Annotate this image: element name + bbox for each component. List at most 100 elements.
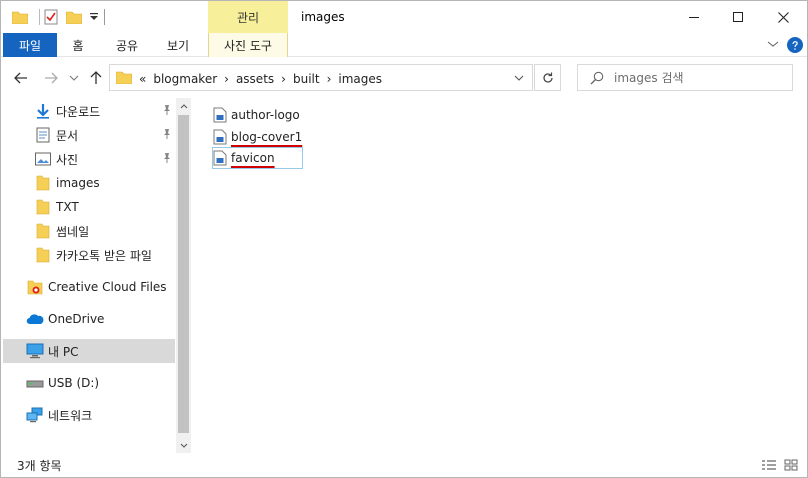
file-name: favicon [231,151,275,165]
window-title: images [301,10,345,24]
pc-icon [26,342,44,360]
nav-item-txt[interactable]: TXT [3,195,175,219]
navigation-scrollbar[interactable] [176,98,191,453]
pin-icon[interactable] [161,128,173,143]
breadcrumb-item-images[interactable]: images [338,72,382,86]
nav-item-label: 사진 [56,152,79,167]
close-icon [778,11,789,23]
back-arrow-icon [14,72,27,84]
refresh-icon [542,72,553,83]
breadcrumb-item-blogmaker[interactable]: blogmaker [153,72,217,86]
nav-item-images[interactable]: images [3,171,175,195]
refresh-button[interactable] [534,64,561,91]
help-icon[interactable] [787,37,803,53]
navigation-pane: 다운로드 문서 사진 images TXT 썸네일 카카오톡 받은 파일 Cre… [1,98,191,453]
status-bar: 3개 항목 [1,453,807,477]
contextual-tab-header: 관리 [208,1,288,33]
view-switcher [761,457,799,473]
minimize-button[interactable] [671,1,716,33]
nav-item-label: Creative Cloud Files [48,280,167,294]
list-item[interactable]: favicon [212,147,303,169]
tab-file[interactable]: 파일 [3,33,57,57]
pictures-icon [34,150,52,168]
scroll-down-button[interactable] [176,438,191,453]
customize-dropdown-icon[interactable] [85,8,103,26]
properties-icon[interactable] [42,8,60,26]
file-name: author-logo [231,108,300,122]
tab-share[interactable]: 공유 [107,33,147,57]
title-bar: 관리 images [1,1,807,33]
maximize-button[interactable] [715,1,760,33]
chevron-up-icon [180,103,187,108]
creative-cloud-icon [26,278,44,296]
file-name: blog-cover1 [231,130,303,144]
chevron-down-icon [514,75,524,81]
onedrive-icon [26,310,44,328]
nav-item-usb-drive[interactable]: USB (D:) [3,371,175,395]
nav-item-downloads[interactable]: 다운로드 [3,99,175,123]
nav-item-onedrive[interactable]: OneDrive [3,307,175,331]
recent-locations-button[interactable] [64,68,84,88]
folder-icon [34,222,52,240]
folder-icon [34,174,52,192]
nav-item-pictures[interactable]: 사진 [3,147,175,171]
item-count: 3개 항목 [17,459,62,473]
nav-item-documents[interactable]: 문서 [3,123,175,147]
breadcrumb-separator-icon: › [224,71,229,86]
tab-home[interactable]: 홈 [63,33,93,57]
nav-item-label: 네트워크 [48,408,93,423]
nav-item-label: 다운로드 [56,104,101,119]
breadcrumb-item-built[interactable]: built [293,72,320,86]
back-button[interactable] [11,68,31,88]
scroll-thumb[interactable] [178,115,189,433]
details-view-icon[interactable] [761,457,777,473]
new-folder-icon[interactable] [65,8,83,26]
breadcrumb-item-assets[interactable]: assets [236,72,274,86]
download-icon [34,102,52,120]
list-item[interactable]: blog-cover1 [213,127,302,147]
breadcrumb: « blogmaker › assets › built › images [115,70,382,87]
pin-icon[interactable] [161,152,173,167]
tab-picture-tools[interactable]: 사진 도구 [208,33,288,57]
up-button[interactable] [86,68,106,88]
ribbon-controls [767,37,803,53]
folder-icon[interactable] [11,8,29,26]
nav-item-kakaotalk-files[interactable]: 카카오톡 받은 파일 [3,243,175,267]
breadcrumb-overflow[interactable]: « [139,72,146,86]
search-input[interactable] [614,65,786,90]
search-box[interactable] [577,64,793,91]
nav-item-label: images [56,176,100,190]
forward-arrow-icon [45,72,58,84]
file-list: author-logo blog-cover1 favicon [191,98,807,453]
nav-item-creative-cloud[interactable]: Creative Cloud Files [3,275,175,299]
list-item[interactable]: author-logo [213,105,300,125]
ribbon-tabs: 파일 홈 공유 보기 사진 도구 [1,33,807,57]
pin-icon[interactable] [161,104,173,119]
breadcrumb-separator-icon: › [326,71,332,86]
breadcrumb-separator-icon: › [281,71,286,86]
maximize-icon [732,12,743,22]
chevron-down-icon [69,75,79,81]
expand-ribbon-chevron-icon[interactable] [767,38,779,52]
nav-item-this-pc[interactable]: 내 PC [3,339,175,363]
address-history-dropdown[interactable] [512,71,526,85]
usb-drive-icon [26,374,44,392]
scroll-up-button[interactable] [176,98,191,113]
chevron-down-icon [180,443,187,448]
image-file-icon [213,150,227,166]
forward-button[interactable] [41,68,61,88]
image-file-icon [213,107,227,123]
large-icons-view-icon[interactable] [783,457,799,473]
nav-item-label: 문서 [56,128,79,143]
address-bar[interactable]: « blogmaker › assets › built › images [109,64,533,91]
nav-item-thumbnails[interactable]: 썸네일 [3,219,175,243]
close-button[interactable] [761,1,806,33]
folder-icon [34,246,52,264]
nav-item-label: OneDrive [48,312,105,326]
title-separator [104,9,105,25]
navigation-bar: « blogmaker › assets › built › images [1,58,807,98]
folder-icon [34,198,52,216]
tab-view[interactable]: 보기 [157,33,199,57]
nav-item-label: USB (D:) [48,376,100,390]
nav-item-network[interactable]: 네트워크 [3,403,175,427]
